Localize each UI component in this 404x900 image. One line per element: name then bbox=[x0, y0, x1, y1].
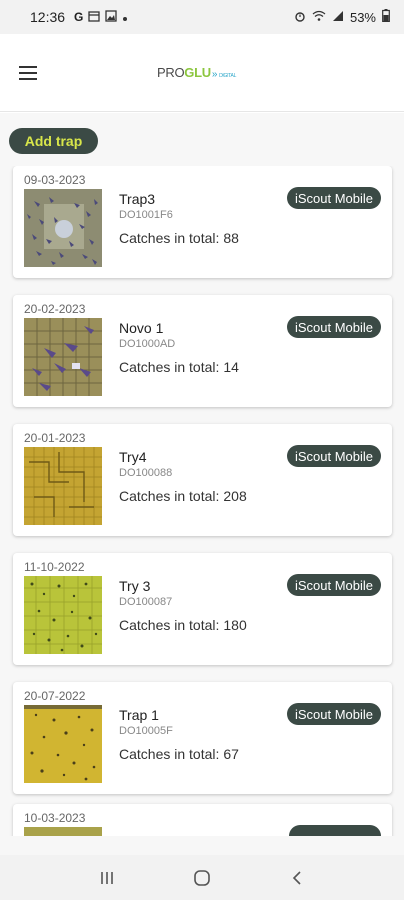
trap-date: 20-07-2022 bbox=[24, 689, 86, 703]
catches-label: Catches in total: bbox=[119, 230, 220, 246]
trap-date: 20-02-2023 bbox=[24, 302, 86, 316]
wifi-icon bbox=[312, 10, 326, 25]
catches-count: 180 bbox=[223, 617, 247, 633]
trap-card[interactable]: 20-07-2022 Trap 1 DO10005F Catches in to… bbox=[13, 682, 392, 794]
trap-code: DO1000AD bbox=[119, 338, 176, 350]
logo-pro: PRO bbox=[157, 65, 185, 80]
trap-card[interactable]: 10-03-2023 bbox=[13, 804, 392, 836]
battery-icon bbox=[382, 9, 390, 25]
trap-name: Try 3 bbox=[119, 578, 151, 594]
alarm-icon bbox=[294, 10, 306, 25]
status-time: 12:36 bbox=[30, 9, 66, 25]
calendar-icon bbox=[88, 10, 101, 25]
trap-name: Trap 1 bbox=[119, 707, 159, 723]
back-icon[interactable] bbox=[277, 863, 317, 893]
catches-count: 14 bbox=[223, 359, 239, 375]
logo-arrows: » bbox=[211, 69, 218, 80]
system-nav-bar bbox=[0, 855, 404, 900]
trap-catches: Catches in total: 88 bbox=[119, 230, 239, 246]
trap-catches: Catches in total: 208 bbox=[119, 488, 247, 504]
trap-card[interactable]: 11-10-2022 Try 3 DO100087 Catches in tot… bbox=[13, 553, 392, 665]
device-badge: iScout Mobile bbox=[286, 703, 381, 725]
device-badge: iScout Mobile bbox=[286, 316, 381, 338]
status-left: 12:36 G bbox=[30, 9, 294, 25]
trap-date: 10-03-2023 bbox=[24, 811, 86, 825]
trap-date: 20-01-2023 bbox=[24, 431, 86, 445]
trap-catches: Catches in total: 180 bbox=[119, 617, 247, 633]
image-icon bbox=[105, 9, 118, 25]
device-badge: iScout Mobile bbox=[286, 445, 381, 467]
google-icon: G bbox=[74, 10, 84, 24]
dot-icon bbox=[122, 10, 128, 25]
catches-label: Catches in total: bbox=[119, 617, 220, 633]
trap-photo bbox=[24, 189, 102, 267]
trap-catches: Catches in total: 67 bbox=[119, 746, 239, 762]
trap-photo bbox=[24, 705, 102, 783]
trap-card[interactable]: 09-03-2023 Trap3 DO1001F6 Catches in tot… bbox=[13, 166, 392, 278]
device-badge bbox=[289, 825, 381, 836]
catches-count: 67 bbox=[223, 746, 239, 762]
trap-name: Try4 bbox=[119, 449, 147, 465]
trap-code: DO1001F6 bbox=[119, 209, 173, 221]
proglu-logo: PRO GLU » DIGITAL bbox=[157, 65, 236, 80]
device-badge: iScout Mobile bbox=[286, 574, 381, 596]
catches-count: 208 bbox=[223, 488, 247, 504]
trap-date: 09-03-2023 bbox=[24, 173, 86, 187]
trap-date: 11-10-2022 bbox=[24, 560, 85, 574]
catches-label: Catches in total: bbox=[119, 746, 220, 762]
trap-photo bbox=[24, 576, 102, 654]
logo-glu: GLU bbox=[184, 65, 211, 80]
catches-label: Catches in total: bbox=[119, 488, 220, 504]
logo-sub: DIGITAL bbox=[219, 73, 237, 79]
trap-list[interactable]: 09-03-2023 Trap3 DO1001F6 Catches in tot… bbox=[0, 166, 404, 836]
trap-photo bbox=[24, 318, 102, 396]
trap-name: Trap3 bbox=[119, 191, 156, 207]
trap-photo bbox=[24, 827, 102, 836]
catches-count: 88 bbox=[223, 230, 239, 246]
add-trap-button[interactable]: Add trap bbox=[9, 128, 98, 154]
device-badge: iScout Mobile bbox=[286, 187, 381, 209]
trap-code: DO100088 bbox=[119, 467, 173, 479]
signal-icon bbox=[332, 10, 344, 25]
trap-photo bbox=[24, 447, 102, 525]
trap-code: DO10005F bbox=[119, 725, 173, 737]
status-right: 53% bbox=[294, 9, 390, 25]
menu-icon[interactable] bbox=[19, 66, 37, 80]
trap-card[interactable]: 20-02-2023 Novo 1 DO1000AD Catches in to… bbox=[13, 295, 392, 407]
trap-catches: Catches in total: 14 bbox=[119, 359, 239, 375]
trap-code: DO100087 bbox=[119, 596, 173, 608]
app-bar: PRO GLU » DIGITAL bbox=[0, 34, 404, 112]
trap-name: Novo 1 bbox=[119, 320, 164, 336]
battery-percent: 53% bbox=[349, 9, 376, 25]
recents-icon[interactable] bbox=[87, 863, 127, 893]
catches-label: Catches in total: bbox=[119, 359, 220, 375]
trap-card[interactable]: 20-01-2023 Try4 DO100088 Catches in tota… bbox=[13, 424, 392, 536]
home-icon[interactable] bbox=[182, 863, 222, 893]
status-bar: 12:36 G 53% bbox=[0, 0, 404, 34]
